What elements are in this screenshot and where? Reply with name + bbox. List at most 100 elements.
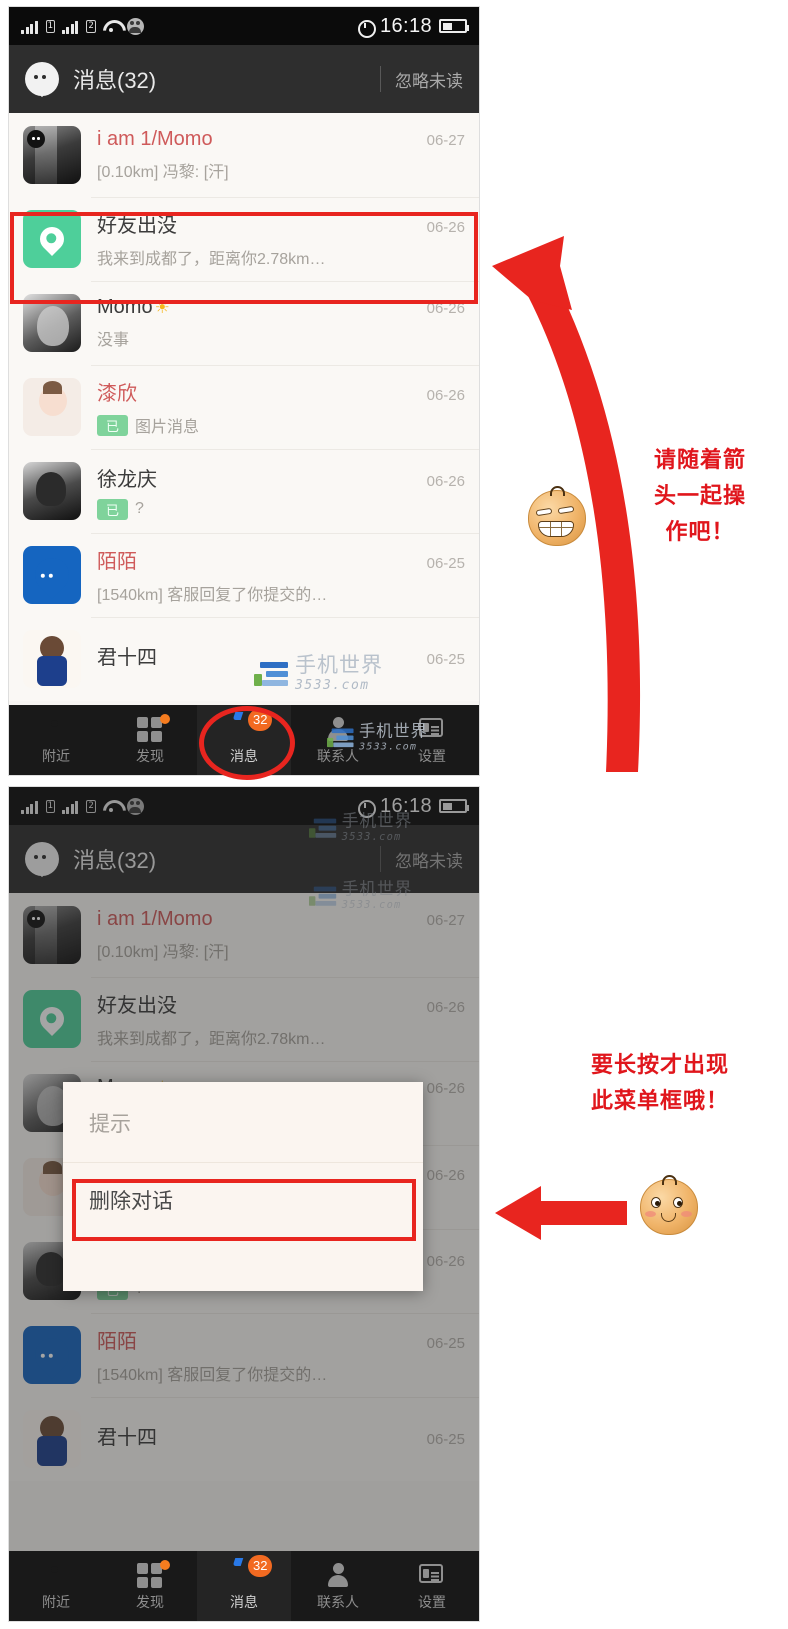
tab-label: 发现 xyxy=(136,747,164,764)
avatar xyxy=(23,378,81,436)
conversation-preview: 我来到成都了，距离你2.78km… xyxy=(97,251,326,268)
read-status-badge: 已 xyxy=(97,498,129,520)
sun-emoji-icon: ☀ xyxy=(154,298,170,317)
unread-badge: 32 xyxy=(248,1554,273,1577)
status-bar-right: 16:18 xyxy=(357,794,469,818)
status-bar: 1 2 16:18 xyxy=(9,7,479,45)
grid-icon xyxy=(137,1559,170,1588)
page-title: 消息(32) xyxy=(73,68,157,93)
conversation-date: 06-27 xyxy=(426,132,465,149)
ignore-unread-button[interactable]: 忽略未读 xyxy=(395,847,463,872)
tab-label: 设置 xyxy=(418,1593,446,1610)
annotation-follow-arrow: 请随着箭 头一起操 作吧！ xyxy=(625,443,775,551)
tab-messages[interactable]: 32 消息 xyxy=(197,1551,291,1621)
list-item[interactable]: i am 1/Momo 06-27 [0.10km] 冯黎: [汗] xyxy=(9,113,479,197)
conversation-preview: [0.10km] 冯黎: [汗] xyxy=(97,164,229,181)
conversation-preview: [1540km] 客服回复了你提交的… xyxy=(97,1367,328,1384)
notification-dot xyxy=(160,713,170,724)
list-item-body: Momo ☀ 06-26 没事 xyxy=(97,296,465,350)
conversation-preview: ? xyxy=(135,500,144,517)
avatar xyxy=(23,126,81,184)
list-item-body: i am 1/Momo 06-27 [0.10km] 冯黎: [汗] xyxy=(97,908,465,962)
avatar xyxy=(23,630,81,688)
tab-nearby[interactable]: 附近 xyxy=(9,705,103,775)
tab-discover[interactable]: 发现 xyxy=(103,1551,197,1621)
status-clock: 16:18 xyxy=(379,794,432,817)
signal-sim2-icon xyxy=(61,798,79,814)
conversation-date: 06-27 xyxy=(426,912,465,929)
list-item[interactable]: 陌陌 06-25 [1540km] 客服回复了你提交的… xyxy=(9,533,479,617)
conversation-date: 06-25 xyxy=(426,1431,465,1448)
conversation-date: 06-25 xyxy=(426,1335,465,1352)
bottom-tab-bar[interactable]: 附近 发现 32 消息 联系人 设置 xyxy=(9,705,479,775)
conversation-preview: 没事 xyxy=(97,332,130,349)
conversation-date: 06-25 xyxy=(426,651,465,668)
tab-discover[interactable]: 发现 xyxy=(103,705,197,775)
conversation-name: 漆欣 xyxy=(97,383,137,405)
conversation-name: 陌陌 xyxy=(97,1331,137,1353)
conversation-name: 陌陌 xyxy=(97,551,137,573)
phone-screenshot-bottom: 1 2 16:18 消息(32) 忽略未读 i am 1/Momo 06-27 … xyxy=(8,786,480,1622)
tab-settings[interactable]: 设置 xyxy=(385,1551,479,1621)
battery-icon xyxy=(439,799,469,813)
dialog-item-delete-conversation[interactable]: 删除对话 xyxy=(63,1163,423,1237)
tab-label: 联系人 xyxy=(317,747,359,764)
list-item-body: 陌陌 06-25 [1540km] 客服回复了你提交的… xyxy=(97,545,465,605)
list-item[interactable]: 徐龙庆 06-26 已 ? xyxy=(9,449,479,533)
list-item[interactable]: 君十四 06-25 xyxy=(9,1397,479,1481)
list-item[interactable]: 陌陌 06-25 [1540km] 客服回复了你提交的… xyxy=(9,1313,479,1397)
signal-sim1-icon xyxy=(21,798,38,814)
conversation-date: 06-25 xyxy=(426,555,465,572)
tab-settings[interactable]: 设置 xyxy=(385,705,479,775)
tab-contacts[interactable]: 联系人 xyxy=(291,1551,385,1621)
chat-bubble-icon: 32 xyxy=(231,708,273,741)
conversation-name: Momo xyxy=(97,296,153,318)
conversation-name: 君十四 xyxy=(97,1427,157,1449)
list-item-body: 徐龙庆 06-26 已 ? xyxy=(97,463,465,520)
conversation-preview: 我来到成都了，距离你2.78km… xyxy=(97,1031,326,1048)
tab-label: 消息 xyxy=(230,1593,258,1610)
conversation-list[interactable]: i am 1/Momo 06-27 [0.10km] 冯黎: [汗] 好友出没 … xyxy=(9,113,479,701)
avatar xyxy=(23,1326,81,1384)
sim1-label: 1 xyxy=(45,19,55,33)
app-header-actions: 忽略未读 xyxy=(380,66,463,92)
conversation-preview: [0.10km] 冯黎: [汗] xyxy=(97,944,229,961)
tab-label: 消息 xyxy=(230,747,258,764)
status-bar-left: 1 2 xyxy=(21,17,144,35)
app-header: 消息(32) 忽略未读 xyxy=(9,45,479,113)
screenshot-page: 1 2 16:18 消息(32) 忽略未读 i am 1/Momo 06-27 … xyxy=(0,0,788,1629)
grid-icon xyxy=(137,713,170,742)
status-bar: 1 2 16:18 xyxy=(9,787,479,825)
page-title: 消息(32) xyxy=(73,848,157,873)
phone-screenshot-top: 1 2 16:18 消息(32) 忽略未读 i am 1/Momo 06-27 … xyxy=(8,6,480,776)
wifi-icon xyxy=(103,19,120,33)
conversation-name: 君十四 xyxy=(97,647,157,669)
list-item[interactable]: i am 1/Momo 06-27 [0.10km] 冯黎: [汗] xyxy=(9,893,479,977)
conversation-preview: 图片消息 xyxy=(135,419,200,436)
ignore-unread-button[interactable]: 忽略未读 xyxy=(395,67,463,92)
list-item[interactable]: 好友出没 06-26 我来到成都了，距离你2.78km… xyxy=(9,197,479,281)
bottom-tab-bar[interactable]: 附近 发现 32 消息 联系人 设置 xyxy=(9,1551,479,1621)
conversation-name: i am 1/Momo xyxy=(97,128,213,150)
grin-face-icon xyxy=(528,486,586,546)
dialog-title: 提示 xyxy=(63,1082,423,1163)
conversation-date: 06-26 xyxy=(426,1252,465,1270)
straight-arrow-left xyxy=(495,1186,627,1240)
status-clock: 16:18 xyxy=(379,14,432,37)
tab-nearby[interactable]: 附近 xyxy=(9,1551,103,1621)
notification-dot xyxy=(160,1559,170,1570)
list-item[interactable]: Momo ☀ 06-26 没事 xyxy=(9,281,479,365)
list-item[interactable]: 好友出没 06-26 我来到成都了，距离你2.78km… xyxy=(9,977,479,1061)
list-item-body: 漆欣 06-26 已 图片消息 xyxy=(97,377,465,437)
id-card-icon xyxy=(419,1561,445,1587)
conversation-name: 好友出没 xyxy=(97,995,177,1017)
tab-messages[interactable]: 32 消息 xyxy=(197,705,291,775)
list-item[interactable]: 漆欣 06-26 已 图片消息 xyxy=(9,365,479,449)
tab-contacts[interactable]: 联系人 xyxy=(291,705,385,775)
avatar xyxy=(23,294,81,352)
context-menu-dialog[interactable]: 提示 删除对话 xyxy=(63,1082,423,1291)
list-item-body: 君十四 06-25 xyxy=(97,641,465,677)
list-item[interactable]: 君十四 06-25 xyxy=(9,617,479,701)
conversation-date: 06-26 xyxy=(426,999,465,1016)
tab-label: 发现 xyxy=(136,1593,164,1610)
